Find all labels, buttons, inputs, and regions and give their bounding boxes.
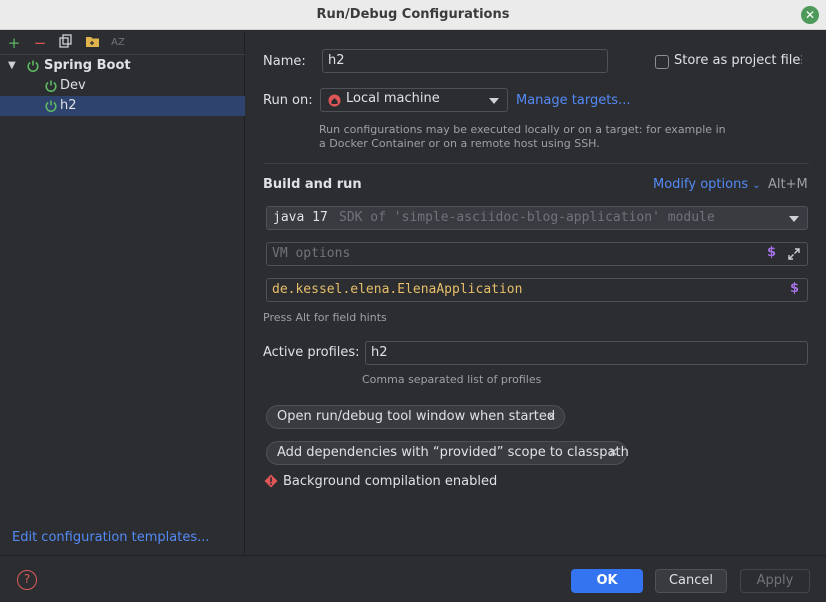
- tree-item-dev[interactable]: Dev: [0, 76, 245, 96]
- help-icon[interactable]: ?: [17, 570, 37, 590]
- macro-icon[interactable]: $: [790, 281, 799, 296]
- jdk-detail: SDK of 'simple-asciidoc-blog-application…: [339, 210, 715, 225]
- active-profiles-field[interactable]: h2: [365, 341, 808, 365]
- name-label: Name:: [263, 54, 306, 69]
- store-as-project-file-label[interactable]: Store as project file: [674, 53, 800, 68]
- cancel-button[interactable]: Cancel: [655, 569, 727, 593]
- manage-targets-link[interactable]: Manage targets...: [516, 93, 630, 108]
- background-compilation-text: Background compilation enabled: [283, 474, 498, 489]
- chevron-down-icon: ⌄: [752, 180, 761, 191]
- copy-icon[interactable]: [56, 33, 76, 53]
- home-icon: [328, 94, 341, 107]
- close-window-button[interactable]: ✕: [801, 6, 819, 24]
- tree-item-spring-boot[interactable]: ▼ Spring Boot: [0, 56, 245, 76]
- title-bar: Run/Debug Configurations ✕: [0, 0, 826, 30]
- more-options-icon[interactable]: ⋮: [796, 53, 807, 66]
- chevron-down-icon: [489, 98, 499, 104]
- expand-icon[interactable]: [787, 247, 801, 261]
- window-title: Run/Debug Configurations: [316, 7, 510, 22]
- chevron-down-icon[interactable]: ▼: [8, 56, 16, 76]
- active-profiles-hint: Comma separated list of profiles: [362, 373, 542, 386]
- spring-boot-icon: [27, 60, 39, 72]
- tree-item-label: Spring Boot: [44, 58, 131, 73]
- section-separator: [264, 163, 809, 164]
- spring-boot-icon: [45, 80, 57, 92]
- tree-item-label: Dev: [60, 78, 86, 93]
- warning-icon: [264, 474, 278, 488]
- add-icon[interactable]: +: [4, 33, 24, 53]
- build-and-run-heading: Build and run: [263, 177, 362, 192]
- jdk-dropdown[interactable]: java 17 SDK of 'simple-asciidoc-blog-app…: [266, 206, 808, 230]
- sort-icon[interactable]: AZ: [108, 33, 128, 53]
- remove-icon[interactable]: −: [30, 33, 50, 53]
- run-on-value: Local machine: [346, 91, 440, 106]
- edit-templates-link[interactable]: Edit configuration templates...: [12, 530, 210, 545]
- new-folder-icon[interactable]: [82, 33, 102, 53]
- dialog-button-bar: ? OK Cancel Apply: [0, 555, 826, 602]
- jdk-version: java 17: [273, 210, 328, 225]
- macro-icon[interactable]: $: [767, 245, 776, 260]
- main-class-field[interactable]: de.kessel.elena.ElenaApplication: [266, 278, 808, 302]
- modify-options-label: Modify options: [653, 177, 749, 192]
- chip-label: Open run/debug tool window when started: [277, 409, 556, 424]
- close-icon[interactable]: ✕: [547, 406, 556, 428]
- option-chip-open-tool-window[interactable]: Open run/debug tool window when started …: [266, 405, 565, 429]
- chip-label: Add dependencies with “provided” scope t…: [277, 445, 629, 460]
- configuration-form: Name: h2 Store as project file ⋮ Run on:…: [246, 31, 826, 555]
- run-on-hint-line-1: Run configurations may be executed local…: [319, 123, 726, 136]
- modify-options-shortcut: Alt+M: [768, 177, 808, 192]
- vm-options-field[interactable]: VM options: [266, 242, 808, 266]
- run-on-dropdown[interactable]: Local machine: [320, 88, 508, 112]
- active-profiles-label: Active profiles:: [263, 345, 360, 360]
- run-on-label: Run on:: [263, 93, 313, 108]
- configurations-sidebar: + − AZ ▼ Spring Boot Dev h2 Edit configu…: [0, 31, 245, 555]
- spring-boot-icon: [45, 100, 57, 112]
- option-chip-provided-scope[interactable]: Add dependencies with “provided” scope t…: [266, 441, 629, 465]
- tree-item-label: h2: [60, 98, 77, 113]
- store-as-project-file-checkbox[interactable]: [655, 55, 669, 69]
- name-field[interactable]: h2: [322, 49, 608, 73]
- modify-options-link[interactable]: Modify options ⌄: [653, 177, 761, 192]
- field-hint-text: Press Alt for field hints: [263, 311, 387, 324]
- chevron-down-icon: [789, 216, 799, 222]
- run-on-hint-line-2: a Docker Container or on a remote host u…: [319, 137, 600, 150]
- tree-item-h2[interactable]: h2: [0, 96, 245, 116]
- apply-button[interactable]: Apply: [740, 569, 810, 593]
- sidebar-toolbar: + − AZ: [0, 31, 245, 55]
- ok-button[interactable]: OK: [571, 569, 643, 593]
- close-icon[interactable]: ✕: [609, 442, 618, 464]
